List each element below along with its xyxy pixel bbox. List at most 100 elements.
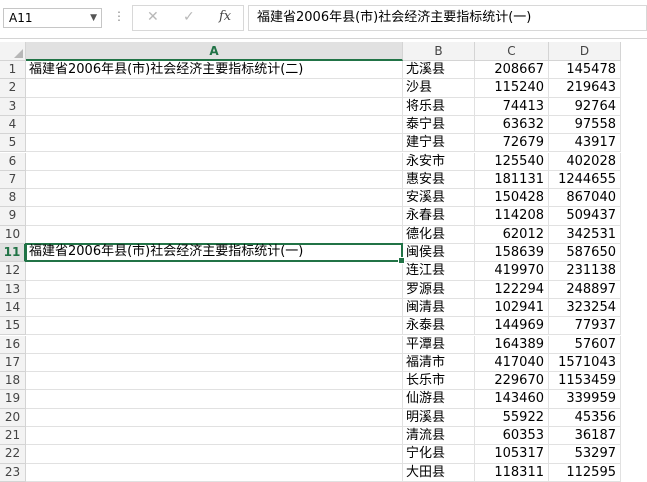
insert-function-icon[interactable]: fx — [219, 9, 231, 24]
cell-c19[interactable]: 143460 — [475, 390, 549, 409]
cell-a20[interactable] — [26, 408, 403, 427]
row-header[interactable]: 19 — [0, 390, 26, 409]
cell-d6[interactable]: 402028 — [549, 152, 621, 171]
cell-b3[interactable]: 将乐县 — [403, 97, 475, 116]
cell-d23[interactable]: 112595 — [549, 463, 621, 482]
cell-a15[interactable] — [26, 317, 403, 336]
cell-a1[interactable]: 福建省2006年县(市)社会经济主要指标统计(二) — [26, 61, 403, 80]
cell-c8[interactable]: 150428 — [475, 189, 549, 208]
cell-b14[interactable]: 闽清县 — [403, 298, 475, 318]
cell-a17[interactable] — [26, 353, 403, 373]
row-header[interactable]: 13 — [0, 280, 26, 299]
select-all-button[interactable] — [0, 42, 26, 61]
cell-a10[interactable] — [26, 225, 403, 244]
cell-c16[interactable]: 164389 — [475, 335, 549, 354]
row-header[interactable]: 3 — [0, 97, 26, 116]
cell-a8[interactable] — [26, 189, 403, 208]
cell-d12[interactable]: 231138 — [549, 262, 621, 281]
cell-a7[interactable] — [26, 170, 403, 190]
cell-c12[interactable]: 419970 — [475, 262, 549, 281]
cell-b1[interactable]: 尤溪县 — [403, 61, 475, 80]
cell-a5[interactable] — [26, 134, 403, 153]
cell-a9[interactable] — [26, 207, 403, 226]
cell-d5[interactable]: 43917 — [549, 134, 621, 153]
cell-b17[interactable]: 福清市 — [403, 353, 475, 373]
cell-b12[interactable]: 连江县 — [403, 262, 475, 281]
cell-d10[interactable]: 342531 — [549, 225, 621, 244]
row-header[interactable]: 22 — [0, 445, 26, 464]
row-header[interactable]: 1 — [0, 61, 26, 80]
cancel-icon[interactable]: ✕ — [147, 9, 159, 25]
cell-a3[interactable] — [26, 97, 403, 116]
cell-d21[interactable]: 36187 — [549, 427, 621, 446]
cell-b22[interactable]: 宁化县 — [403, 445, 475, 464]
cell-b2[interactable]: 沙县 — [403, 79, 475, 98]
cell-a6[interactable] — [26, 152, 403, 171]
cell-a14[interactable] — [26, 298, 403, 318]
row-header[interactable]: 4 — [0, 115, 26, 135]
cell-d14[interactable]: 323254 — [549, 298, 621, 318]
column-header-c[interactable]: C — [475, 42, 549, 61]
cell-c5[interactable]: 72679 — [475, 134, 549, 153]
cell-d8[interactable]: 867040 — [549, 189, 621, 208]
cell-a18[interactable] — [26, 372, 403, 391]
row-header[interactable]: 16 — [0, 335, 26, 354]
cell-c2[interactable]: 115240 — [475, 79, 549, 98]
row-header[interactable]: 20 — [0, 408, 26, 427]
cell-b19[interactable]: 仙游县 — [403, 390, 475, 409]
cell-d11[interactable]: 587650 — [549, 244, 621, 263]
cell-a16[interactable] — [26, 335, 403, 354]
cell-d7[interactable]: 1244655 — [549, 170, 621, 190]
cell-c18[interactable]: 229670 — [475, 372, 549, 391]
cell-a12[interactable] — [26, 262, 403, 281]
row-header[interactable]: 2 — [0, 79, 26, 98]
cell-b20[interactable]: 明溪县 — [403, 408, 475, 427]
cell-a13[interactable] — [26, 280, 403, 299]
row-header[interactable]: 7 — [0, 170, 26, 190]
cell-c17[interactable]: 417040 — [475, 353, 549, 373]
cell-b4[interactable]: 泰宁县 — [403, 115, 475, 135]
cell-a23[interactable] — [26, 463, 403, 482]
cell-a4[interactable] — [26, 115, 403, 135]
row-header[interactable]: 8 — [0, 189, 26, 208]
more-options-icon[interactable]: ⋮ — [113, 9, 125, 23]
cell-b8[interactable]: 安溪县 — [403, 189, 475, 208]
cell-c13[interactable]: 122294 — [475, 280, 549, 299]
cell-a22[interactable] — [26, 445, 403, 464]
cell-c3[interactable]: 74413 — [475, 97, 549, 116]
column-header-d[interactable]: D — [549, 42, 621, 61]
cell-a19[interactable] — [26, 390, 403, 409]
cell-d19[interactable]: 339959 — [549, 390, 621, 409]
row-header[interactable]: 21 — [0, 427, 26, 446]
cell-d2[interactable]: 219643 — [549, 79, 621, 98]
cell-d1[interactable]: 145478 — [549, 61, 621, 80]
cell-d17[interactable]: 1571043 — [549, 353, 621, 373]
name-box[interactable]: A11 ▼ — [3, 8, 102, 28]
cell-c15[interactable]: 144969 — [475, 317, 549, 336]
cell-d22[interactable]: 53297 — [549, 445, 621, 464]
cell-d13[interactable]: 248897 — [549, 280, 621, 299]
cell-c22[interactable]: 105317 — [475, 445, 549, 464]
cell-a11[interactable]: 福建省2006年县(市)社会经济主要指标统计(一) — [25, 243, 405, 265]
cell-c7[interactable]: 181131 — [475, 170, 549, 190]
cell-b16[interactable]: 平潭县 — [403, 335, 475, 354]
column-header-b[interactable]: B — [403, 42, 475, 61]
cell-d20[interactable]: 45356 — [549, 408, 621, 427]
cell-b18[interactable]: 长乐市 — [403, 372, 475, 391]
row-header[interactable]: 12 — [0, 262, 26, 281]
cell-b11[interactable]: 闽侯县 — [403, 244, 475, 263]
cell-a21[interactable] — [26, 427, 403, 446]
cell-c11[interactable]: 158639 — [475, 244, 549, 263]
chevron-down-icon[interactable]: ▼ — [90, 9, 97, 27]
cell-c21[interactable]: 60353 — [475, 427, 549, 446]
cell-d3[interactable]: 92764 — [549, 97, 621, 116]
cell-c10[interactable]: 62012 — [475, 225, 549, 244]
row-header[interactable]: 10 — [0, 225, 26, 244]
row-header[interactable]: 15 — [0, 317, 26, 336]
row-header[interactable]: 11 — [0, 244, 26, 263]
cell-c1[interactable]: 208667 — [475, 61, 549, 80]
row-header[interactable]: 9 — [0, 207, 26, 226]
row-header[interactable]: 18 — [0, 372, 26, 391]
cell-c6[interactable]: 125540 — [475, 152, 549, 171]
row-header[interactable]: 5 — [0, 134, 26, 153]
